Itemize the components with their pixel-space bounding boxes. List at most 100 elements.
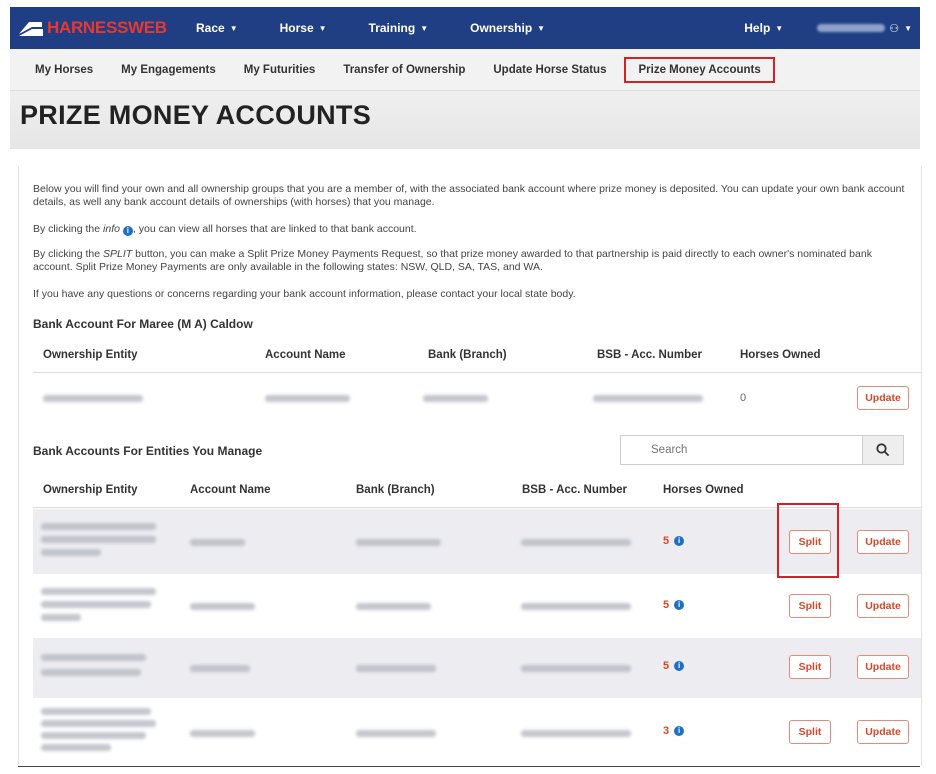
horses-owned[interactable]: 5 i [663,599,685,611]
horses-owned-count: 3 [663,725,670,737]
caret-down-icon: ▼ [904,23,912,33]
table-row: 3 i Split Update [33,698,921,766]
split-instruction-word: SPLIT [103,248,133,260]
col-account-name: Account Name [265,349,346,361]
split-instruction-post: button, you can make a Split Prize Money… [33,248,872,273]
col-horses-owned: Horses Owned [663,484,744,496]
info-icon[interactable]: i [674,600,685,610]
redacted-bank [356,603,431,610]
intro-text: Below you will find your own and all own… [33,183,905,208]
redacted-account-name [190,730,255,737]
redacted-entity [41,669,141,676]
own-account-heading: Bank Account For Maree (M A) Caldow [33,317,253,331]
redacted-bank [356,539,441,546]
search-box [620,435,904,465]
horses-owned-count: 5 [663,535,670,547]
sub-navbar: My Horses My Engagements My Futurities T… [10,49,920,91]
managed-accounts-heading: Bank Accounts For Entities You Manage [33,444,263,458]
caret-down-icon: ▼ [420,23,429,33]
search-icon [876,443,890,457]
split-highlight-box [777,503,839,578]
col-ownership-entity: Ownership Entity [43,349,138,361]
split-button[interactable]: Split [789,594,831,618]
info-instruction: By clicking the info i, you can view all… [33,223,909,236]
bottom-border [18,766,920,767]
info-icon[interactable]: i [674,536,685,546]
redacted-account-name [190,603,255,610]
caret-down-icon: ▼ [537,23,546,33]
col-horses-owned: Horses Owned [740,349,821,361]
redacted-entity [41,536,156,543]
redacted-entity [41,744,111,751]
redacted-entity [41,708,151,715]
subnav-prize-money-accounts[interactable]: Prize Money Accounts [624,56,775,83]
update-button[interactable]: Update [857,594,909,618]
split-instruction-pre: By clicking the [33,248,104,260]
search-button[interactable] [862,436,903,464]
col-ownership-entity: Ownership Entity [43,484,138,496]
redacted-bsb [521,603,631,610]
redacted-entity [41,549,101,556]
caret-down-icon: ▼ [775,23,784,33]
col-bank-branch: Bank (Branch) [428,349,507,361]
redacted-entity [41,588,156,595]
nav-horse[interactable]: Horse ▼ [280,21,327,35]
horses-owned[interactable]: 5 i [663,535,685,547]
nav-help-label: Help [744,21,771,35]
nav-training[interactable]: Training ▼ [369,21,429,35]
username-redacted [817,24,886,32]
search-input[interactable] [621,436,862,464]
questions-text: If you have any questions or concerns re… [33,288,576,300]
update-button[interactable]: Update [857,386,909,410]
redacted-bsb [521,665,631,672]
redacted-entity [41,720,156,727]
update-button[interactable]: Update [857,720,909,744]
redacted-account-name [190,539,245,546]
subnav-update-horse-status[interactable]: Update Horse Status [493,64,606,76]
info-instruction-post: , you can view all horses that are linke… [132,223,417,235]
nav-race[interactable]: Race ▼ [196,21,238,35]
caret-down-icon: ▼ [229,23,238,33]
info-instruction-pre: By clicking the [33,223,104,235]
info-icon[interactable]: i [674,661,685,671]
nav-ownership-label: Ownership [470,21,533,35]
user-icon: ⚇ [889,22,900,35]
update-button[interactable]: Update [857,530,909,554]
subnav-my-futurities[interactable]: My Futurities [244,64,316,76]
redacted-entity [41,732,146,739]
horses-owned-count: 5 [663,660,670,672]
horses-owned[interactable]: 3 i [663,725,685,737]
redacted-entity [41,523,156,530]
update-button[interactable]: Update [857,655,909,679]
divider [33,372,921,373]
page-title: PRIZE MONEY ACCOUNTS [20,100,372,130]
logo-icon [19,22,43,36]
table-row: 5 i Split Update [33,638,921,698]
harnessweb-logo[interactable]: HARNESSWEB [18,18,178,38]
horses-owned[interactable]: 5 i [663,660,685,672]
own-account-row: 0 Update [33,380,921,416]
info-icon[interactable]: i [674,726,685,736]
nav-horse-label: Horse [279,21,314,35]
subnav-my-horses[interactable]: My Horses [35,64,93,76]
redacted-bank [356,730,436,737]
split-button[interactable]: Split [789,720,831,744]
subnav-my-engagements[interactable]: My Engagements [121,64,216,76]
redacted-bsb [521,730,631,737]
nav-help[interactable]: Help ▼ [744,21,783,35]
nav-training-label: Training [368,21,416,35]
nav-ownership[interactable]: Ownership ▼ [470,21,545,35]
user-menu[interactable]: ⚇ ▼ [817,22,912,35]
logo-text: HARNESSWEB [47,18,167,37]
subnav-transfer-of-ownership[interactable]: Transfer of Ownership [343,64,465,76]
caret-down-icon: ▼ [318,23,327,33]
redacted-entity [41,601,151,608]
col-bsb-acc-number: BSB - Acc. Number [597,349,703,361]
redacted-entity [41,614,81,621]
redacted-entity [41,654,146,661]
table-row: 5 i Split Update [33,574,921,638]
nav-race-label: Race [196,21,225,35]
split-button[interactable]: Split [789,655,831,679]
redacted-bank [423,395,488,402]
split-instruction: By clicking the SPLIT button, you can ma… [33,248,909,274]
